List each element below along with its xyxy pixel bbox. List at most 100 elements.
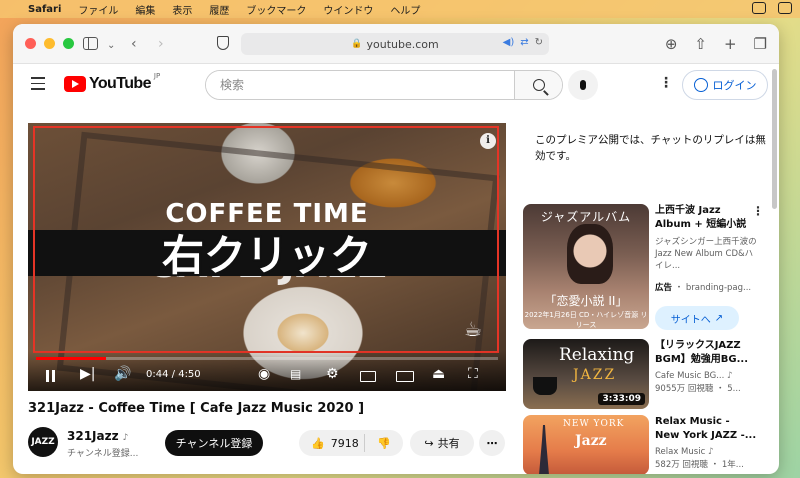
video-title: 321Jazz - Coffee Time [ Cafe Jazz Music … bbox=[28, 401, 365, 416]
progress-bar[interactable] bbox=[36, 357, 498, 360]
search-input[interactable] bbox=[206, 71, 514, 99]
voice-search-button[interactable] bbox=[568, 70, 598, 100]
subscribe-button[interactable]: チャンネル登録 bbox=[165, 430, 263, 456]
share-label: 共有 bbox=[437, 437, 460, 450]
like-count: 7918 bbox=[330, 436, 359, 450]
rec1-channel: Cafe Music BG... bbox=[655, 371, 725, 381]
menu-app-safari[interactable]: Safari bbox=[28, 4, 61, 15]
statue-of-liberty-silhouette bbox=[539, 425, 549, 474]
menu-hamburger-icon[interactable] bbox=[31, 77, 45, 94]
channel-subscribers: チャンネル登録... bbox=[67, 449, 139, 459]
share-button[interactable]: ↪ 共有 bbox=[410, 430, 474, 456]
translate-icon[interactable]: ⇄ bbox=[520, 37, 528, 48]
recommendation-title-2[interactable]: Relax Music - New York JAZZ -... bbox=[655, 415, 757, 443]
menu-edit[interactable]: 編集 bbox=[135, 2, 155, 17]
recommendation-stats-2: 582万 回視聴 ・ 1年... bbox=[655, 460, 744, 470]
menu-bookmarks[interactable]: ブックマーク bbox=[246, 2, 306, 17]
back-icon[interactable]: ‹ bbox=[131, 36, 137, 52]
player-controls: ▶| 🔊 0:44 / 4:50 ◉ ▤ ⚙ ⏏ ⛶ bbox=[28, 351, 506, 391]
dislike-button[interactable]: 👎 bbox=[365, 437, 391, 450]
menu-window[interactable]: ウインドウ bbox=[323, 2, 373, 17]
notification-icon[interactable] bbox=[778, 2, 792, 14]
thumb2-text-bottom: Jazz bbox=[575, 433, 607, 449]
search-button[interactable] bbox=[514, 71, 562, 99]
ad-title[interactable]: 上西千波 Jazz Album + 短編小説 bbox=[655, 204, 757, 232]
video-player[interactable]: COFFEE TIME CAFE JAZZ 右クリック i ☕ ▶| 🔊 0:4… bbox=[28, 123, 506, 391]
recommendation-channel-2: Relax Music ♪ bbox=[655, 446, 759, 458]
thumbs-down-icon: 👎 bbox=[377, 436, 391, 450]
menu-file[interactable]: ファイル bbox=[78, 2, 118, 17]
channel-avatar[interactable]: JAZZ bbox=[28, 427, 58, 457]
sidebar-toggle-icon[interactable] bbox=[83, 37, 98, 50]
page-scrollbar[interactable] bbox=[772, 69, 777, 209]
search-box bbox=[205, 70, 563, 100]
safari-window: ⌄ ‹ › 🔒 youtube.com ◀︎) ⇄ ↻ ⊕ ⇧ + ❐ YouT… bbox=[13, 24, 779, 474]
menu-history[interactable]: 履歴 bbox=[209, 2, 229, 17]
ad-thumbnail[interactable]: ジャズアルバム 「恋愛小説 II」 2022年1月26日 CD・ハイレゾ音源 リ… bbox=[523, 204, 649, 329]
gear-icon[interactable]: ⚙ bbox=[326, 366, 339, 382]
fullscreen-icon[interactable]: ⛶ bbox=[468, 366, 478, 382]
pause-button[interactable] bbox=[46, 370, 55, 382]
user-icon bbox=[693, 78, 708, 92]
ad-thumb-title: 「恋愛小説 II」 bbox=[544, 294, 628, 308]
more-actions-button[interactable]: ⋯ bbox=[479, 430, 505, 456]
theater-mode-icon[interactable] bbox=[396, 371, 414, 382]
new-tab-icon[interactable]: + bbox=[724, 35, 737, 53]
reload-icon[interactable]: ↻ bbox=[535, 37, 543, 48]
thumbs-up-icon: 👍 bbox=[311, 436, 325, 450]
channel-name[interactable]: 321Jazz bbox=[67, 429, 119, 443]
youtube-region-label: JP bbox=[153, 72, 161, 80]
autoplay-toggle-icon[interactable]: ◉ bbox=[258, 366, 270, 382]
recommendation-thumbnail-1[interactable]: Relaxing JAZZ 3:33:09 bbox=[523, 339, 649, 409]
youtube-header: YouTube JP ⋮ ログイン bbox=[13, 64, 779, 104]
next-icon[interactable]: ▶| bbox=[80, 366, 95, 382]
rec2-channel: Relax Music bbox=[655, 447, 706, 457]
privacy-shield-icon[interactable] bbox=[217, 36, 229, 50]
volume-icon[interactable]: 🔊 bbox=[114, 366, 131, 382]
settings-kebab-icon[interactable]: ⋮ bbox=[659, 76, 673, 90]
ad-thumb-subtitle: 2022年1月26日 CD・ハイレゾ音源 リリース bbox=[524, 311, 648, 329]
control-center-icon[interactable] bbox=[752, 2, 766, 14]
menu-help[interactable]: ヘルプ bbox=[390, 2, 420, 17]
music-note-icon: ♪ bbox=[122, 433, 129, 443]
coffee-cup-icon: ☕ bbox=[464, 317, 482, 341]
total-duration: 4:50 bbox=[178, 369, 201, 380]
miniplayer-icon[interactable] bbox=[360, 371, 376, 382]
downloads-icon[interactable]: ⊕ bbox=[665, 35, 678, 53]
login-label: ログイン bbox=[712, 79, 757, 92]
ad-label-line: 広告 ・ branding-pag... bbox=[655, 283, 752, 293]
audio-playing-icon[interactable]: ◀︎) bbox=[503, 37, 515, 48]
music-note-icon: ♪ bbox=[727, 371, 733, 381]
minimize-window-button[interactable] bbox=[44, 38, 55, 49]
forward-icon[interactable]: › bbox=[158, 36, 164, 52]
info-icon[interactable]: i bbox=[480, 133, 496, 149]
thumb1-text-bottom: JAZZ bbox=[573, 367, 617, 383]
channel-name-row[interactable]: 321Jazz ♪ bbox=[67, 429, 128, 443]
menu-view[interactable]: 表示 bbox=[172, 2, 192, 17]
ad-menu-icon[interactable]: ⋮ bbox=[752, 204, 764, 218]
share-arrow-icon: ↪ bbox=[424, 436, 434, 450]
youtube-logo[interactable]: YouTube JP bbox=[64, 72, 161, 93]
lock-icon: 🔒 bbox=[351, 39, 363, 49]
subtitles-icon[interactable]: ▤ bbox=[290, 366, 301, 382]
macos-menubar: Safari ファイル 編集 表示 履歴 ブックマーク ウインドウ ヘルプ bbox=[0, 0, 800, 18]
thumb1-text-top: Relaxing bbox=[559, 345, 635, 365]
recommendation-channel-1: Cafe Music BG... ♪ bbox=[655, 370, 759, 382]
like-dislike-group: 👍 7918 👎 bbox=[299, 430, 403, 456]
recommendation-title-1[interactable]: 【リラックスJAZZ BGM】勉強用BG... bbox=[655, 339, 757, 367]
microphone-icon bbox=[580, 80, 586, 90]
login-button[interactable]: ログイン bbox=[682, 70, 768, 100]
share-icon[interactable]: ⇧ bbox=[694, 35, 707, 53]
close-window-button[interactable] bbox=[25, 38, 36, 49]
search-icon bbox=[532, 79, 545, 91]
recommendation-thumbnail-2[interactable]: NEW YORK Jazz bbox=[523, 415, 649, 474]
address-bar[interactable]: 🔒 youtube.com ◀︎) ⇄ ↻ bbox=[241, 33, 549, 55]
visit-site-button[interactable]: サイトへ ↗ bbox=[655, 306, 739, 330]
airplay-icon[interactable]: ⏏ bbox=[432, 366, 445, 382]
tab-overview-icon[interactable]: ❐ bbox=[754, 35, 767, 53]
ad-thumb-heading: ジャズアルバム bbox=[540, 210, 632, 224]
external-link-icon: ↗ bbox=[714, 312, 724, 324]
chevron-down-icon[interactable]: ⌄ bbox=[107, 38, 115, 54]
zoom-window-button[interactable] bbox=[63, 38, 74, 49]
like-button[interactable]: 👍 7918 bbox=[299, 434, 365, 452]
